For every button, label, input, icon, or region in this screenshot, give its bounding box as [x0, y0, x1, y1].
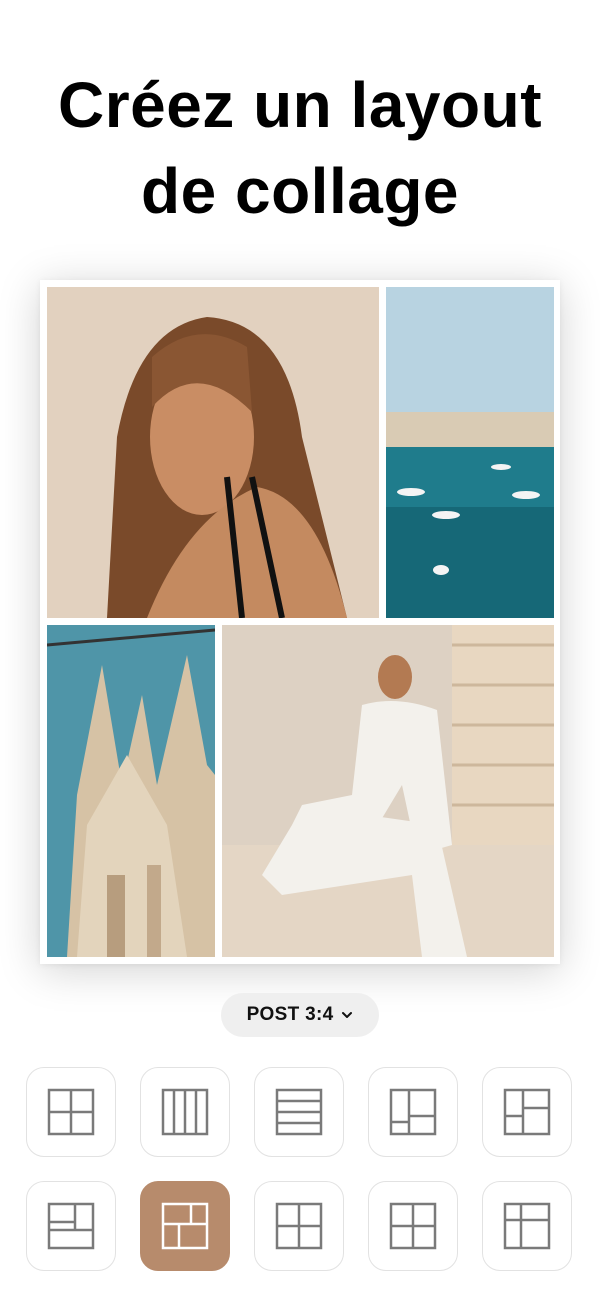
layout-mixed-b-icon	[503, 1088, 551, 1136]
collage-preview	[40, 280, 560, 964]
layout-columns-4-icon	[161, 1088, 209, 1136]
layout-option-8[interactable]	[254, 1181, 344, 1271]
layout-option-10[interactable]	[482, 1181, 572, 1271]
headline-line-2: de collage	[141, 155, 459, 227]
headline-line-1: Créez un layout	[57, 69, 543, 141]
chevron-down-icon	[342, 1012, 353, 1018]
format-selector-button[interactable]: POST 3:4	[221, 993, 379, 1037]
format-selector-label: POST 3:4	[246, 1004, 334, 1025]
layout-rows-4-icon	[275, 1088, 323, 1136]
layout-option-1[interactable]	[26, 1067, 116, 1157]
layout-option-9[interactable]	[368, 1181, 458, 1271]
collage-photo-portrait[interactable]	[47, 287, 379, 618]
layout-mixed-d-icon	[161, 1202, 209, 1250]
layout-option-4[interactable]	[368, 1067, 458, 1157]
headline: Créez un layout de collage	[0, 62, 600, 234]
layout-mixed-a-icon	[389, 1088, 437, 1136]
collage-photo-cathedral[interactable]	[47, 625, 215, 957]
layout-mixed-e-icon	[503, 1202, 551, 1250]
layout-grid-2x2-icon	[275, 1202, 323, 1250]
layout-option-3[interactable]	[254, 1067, 344, 1157]
layout-option-6[interactable]	[26, 1181, 116, 1271]
collage-photo-white-outfit[interactable]	[222, 625, 554, 957]
layout-grid-2x2-icon	[47, 1088, 95, 1136]
layout-option-2[interactable]	[140, 1067, 230, 1157]
layout-grid-2x2-icon	[389, 1202, 437, 1250]
layout-option-7-selected[interactable]	[140, 1181, 230, 1271]
layout-mixed-c-icon	[47, 1202, 95, 1250]
collage-photo-sea[interactable]	[386, 287, 554, 618]
layout-option-5[interactable]	[482, 1067, 572, 1157]
